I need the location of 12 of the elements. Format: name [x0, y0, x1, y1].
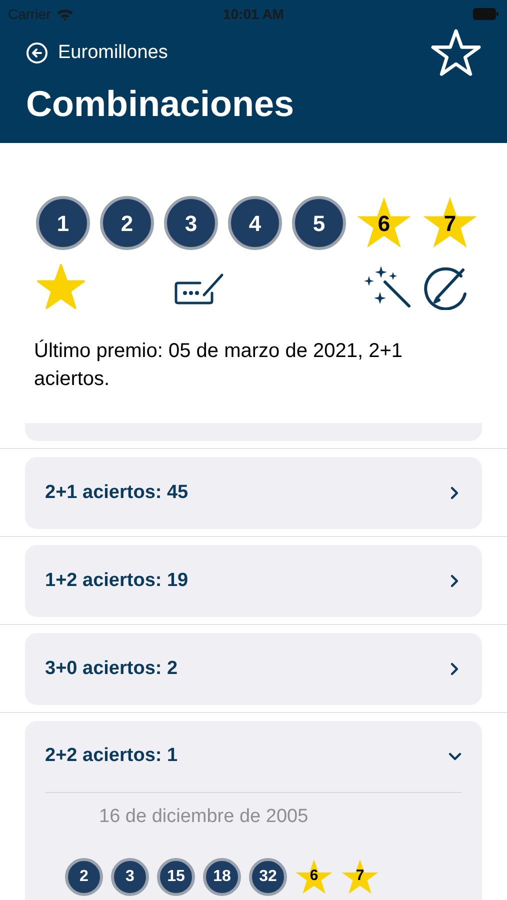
back-button[interactable]: Euromillones: [26, 38, 168, 68]
magic-wand-icon[interactable]: [363, 264, 413, 310]
last-prize-text: Último premio: 05 de marzo de 2021, 2+1 aciertos.: [34, 338, 404, 392]
result-row[interactable]: 2+2 aciertos: 1: [45, 721, 462, 793]
carrier-label: Carrier: [8, 4, 51, 24]
page-title: Combinaciones: [25, 86, 296, 122]
time-label: 10:01 AM: [223, 4, 284, 24]
favorite-star-icon[interactable]: [36, 263, 86, 311]
draw-date: 16 de diciembre de 2005: [99, 805, 310, 829]
battery-icon: [473, 8, 499, 20]
favorite-button[interactable]: [431, 29, 481, 77]
wifi-icon: [56, 8, 74, 20]
